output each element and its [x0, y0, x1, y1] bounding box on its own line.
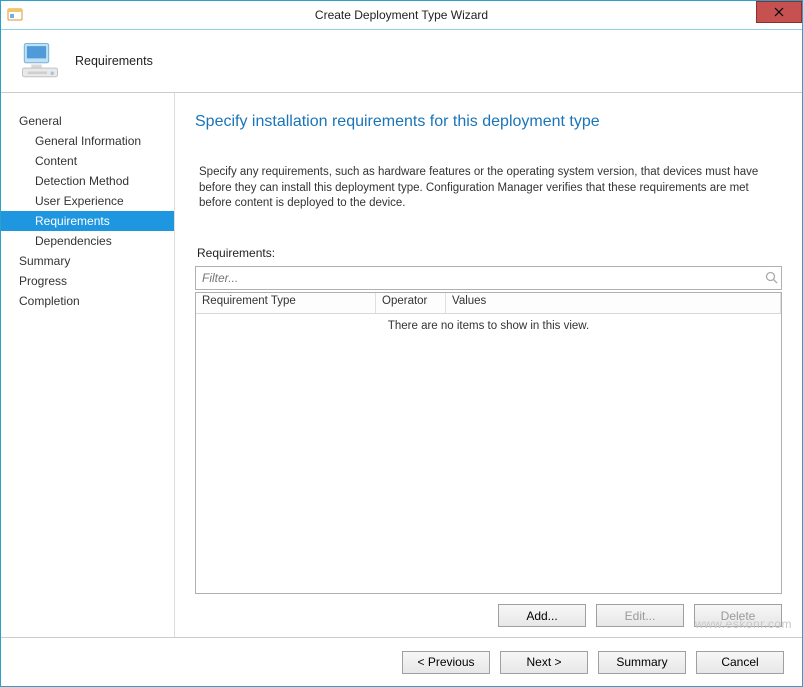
requirements-grid: Requirement Type Operator Values There a… — [195, 292, 782, 594]
close-icon — [774, 7, 784, 17]
filter-input[interactable] — [196, 267, 761, 289]
wizard-nav: General General Information Content Dete… — [1, 93, 175, 637]
column-values[interactable]: Values — [446, 293, 781, 313]
cancel-button[interactable]: Cancel — [696, 651, 784, 674]
grid-empty-text: There are no items to show in this view. — [196, 314, 781, 332]
nav-general-information[interactable]: General Information — [1, 131, 174, 151]
computer-icon — [19, 40, 61, 82]
nav-general[interactable]: General — [1, 111, 174, 131]
nav-requirements[interactable]: Requirements — [1, 211, 174, 231]
step-title: Requirements — [75, 54, 153, 68]
nav-user-experience[interactable]: User Experience — [1, 191, 174, 211]
wizard-window: Create Deployment Type Wizard Requiremen… — [0, 0, 803, 687]
column-operator[interactable]: Operator — [376, 293, 446, 313]
search-icon[interactable] — [761, 271, 781, 284]
window-title: Create Deployment Type Wizard — [1, 8, 802, 22]
title-bar: Create Deployment Type Wizard — [1, 1, 802, 30]
wizard-footer: < Previous Next > Summary Cancel — [1, 637, 802, 686]
nav-progress[interactable]: Progress — [1, 271, 174, 291]
wizard-content: Specify installation requirements for th… — [175, 93, 802, 637]
nav-detection-method[interactable]: Detection Method — [1, 171, 174, 191]
delete-button: Delete — [694, 604, 782, 627]
nav-completion[interactable]: Completion — [1, 291, 174, 311]
column-requirement-type[interactable]: Requirement Type — [196, 293, 376, 313]
edit-button: Edit... — [596, 604, 684, 627]
previous-button[interactable]: < Previous — [402, 651, 490, 674]
nav-content[interactable]: Content — [1, 151, 174, 171]
nav-summary[interactable]: Summary — [1, 251, 174, 271]
filter-box — [195, 266, 782, 290]
close-button[interactable] — [756, 1, 802, 23]
nav-dependencies[interactable]: Dependencies — [1, 231, 174, 251]
page-heading: Specify installation requirements for th… — [195, 113, 782, 131]
grid-actions: Add... Edit... Delete — [195, 604, 782, 627]
app-icon — [7, 7, 23, 23]
summary-button[interactable]: Summary — [598, 651, 686, 674]
add-button[interactable]: Add... — [498, 604, 586, 627]
requirements-label: Requirements: — [195, 246, 782, 260]
wizard-header: Requirements — [1, 30, 802, 93]
grid-header: Requirement Type Operator Values — [196, 293, 781, 314]
page-description: Specify any requirements, such as hardwa… — [195, 165, 782, 212]
next-button[interactable]: Next > — [500, 651, 588, 674]
